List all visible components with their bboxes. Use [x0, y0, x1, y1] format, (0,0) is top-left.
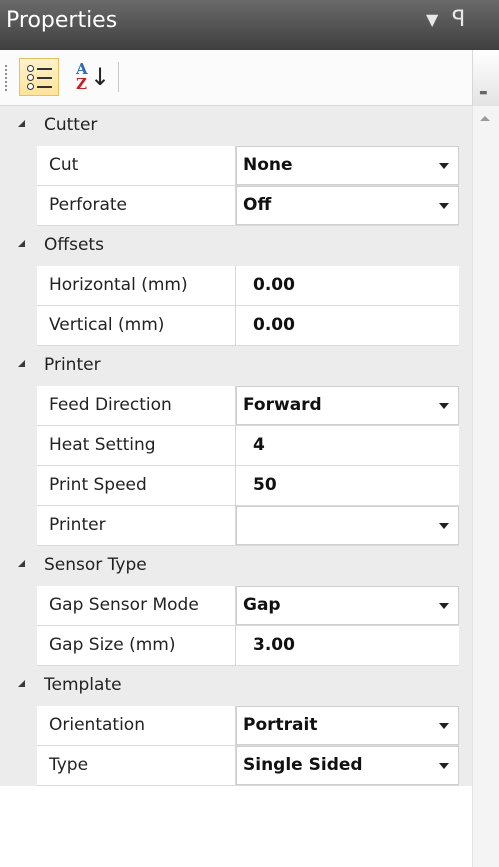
property-row[interactable]: Type Single Sided [0, 746, 472, 786]
dropdown-arrow-icon[interactable] [439, 203, 449, 209]
collapse-triangle-icon[interactable] [18, 680, 25, 687]
property-value-field[interactable]: 0.00 [236, 266, 459, 306]
property-name: Heat Setting [49, 435, 156, 455]
property-name-cell[interactable]: Type [37, 746, 236, 786]
property-row[interactable]: Horizontal (mm) 0.00 [0, 266, 472, 306]
property-value: Forward [243, 395, 322, 415]
property-name-cell[interactable]: Cut [37, 146, 236, 186]
property-name: Gap Size (mm) [49, 635, 176, 655]
property-name: Perforate [49, 195, 128, 215]
property-name: Gap Sensor Mode [49, 595, 199, 615]
property-row[interactable]: Print Speed 50 [0, 466, 472, 506]
property-value-dropdown[interactable]: Single Sided [236, 746, 459, 786]
property-name-cell[interactable]: Print Speed [37, 466, 236, 506]
collapse-triangle-icon[interactable] [18, 560, 25, 567]
scroll-up-arrow-icon[interactable] [480, 116, 490, 121]
property-name-cell[interactable]: Orientation [37, 706, 236, 746]
property-value-dropdown[interactable]: None [236, 146, 459, 186]
property-name-cell[interactable]: Printer [37, 506, 236, 546]
category-offsets[interactable]: Offsets [0, 226, 472, 266]
property-row[interactable]: Gap Size (mm) 3.00 [0, 626, 472, 666]
category-label: Cutter [44, 115, 98, 135]
category-sensor-type[interactable]: Sensor Type [0, 546, 472, 586]
property-value-dropdown[interactable]: Off [236, 186, 459, 226]
panel-title: Properties [6, 8, 118, 33]
panel-title-bar[interactable]: Properties ▼ ꟼ [0, 0, 499, 50]
categorized-view-button[interactable] [19, 58, 59, 96]
property-name-cell[interactable]: Vertical (mm) [37, 306, 236, 346]
category-label: Template [44, 675, 122, 695]
property-name-cell[interactable]: Horizontal (mm) [37, 266, 236, 306]
dropdown-arrow-icon[interactable] [439, 723, 449, 729]
property-value-field[interactable]: 50 [236, 466, 459, 506]
panel-menu-dropdown-icon[interactable]: ▼ [426, 10, 438, 29]
toolbar-overflow-button[interactable]: ▬ [472, 50, 499, 106]
sort-az-icon-z: Z [76, 75, 87, 93]
property-value-field[interactable]: 4 [236, 426, 459, 466]
property-name-cell[interactable]: Gap Sensor Mode [37, 586, 236, 626]
property-row[interactable]: Vertical (mm) 0.00 [0, 306, 472, 346]
property-name: Type [49, 755, 89, 775]
collapse-triangle-icon[interactable] [18, 360, 25, 367]
property-name-cell[interactable]: Feed Direction [37, 386, 236, 426]
property-value: Off [243, 195, 272, 215]
property-name: Feed Direction [49, 395, 172, 415]
category-label: Offsets [44, 235, 104, 255]
dropdown-arrow-icon[interactable] [439, 763, 449, 769]
property-value: 0.00 [253, 315, 295, 335]
category-cutter[interactable]: Cutter [0, 106, 472, 146]
category-label: Printer [44, 355, 101, 375]
property-name: Orientation [49, 715, 145, 735]
dropdown-arrow-icon[interactable] [439, 603, 449, 609]
property-row[interactable]: Cut None [0, 146, 472, 186]
property-name-cell[interactable]: Heat Setting [37, 426, 236, 466]
property-value: Portrait [243, 715, 318, 735]
collapse-triangle-icon[interactable] [18, 240, 25, 247]
property-value-dropdown[interactable]: Forward [236, 386, 459, 426]
sort-down-arrow-icon: ↓ [90, 63, 111, 91]
collapse-triangle-icon[interactable] [18, 120, 25, 127]
alphabetical-sort-button[interactable]: A Z ↓ [68, 60, 114, 94]
property-value: Single Sided [243, 755, 363, 775]
property-value-field[interactable]: 3.00 [236, 626, 459, 666]
property-value: Gap [243, 595, 281, 615]
dropdown-arrow-icon[interactable] [439, 163, 449, 169]
property-row[interactable]: Feed Direction Forward [0, 386, 472, 426]
category-label: Sensor Type [44, 555, 147, 575]
pin-icon[interactable]: ꟼ [452, 7, 465, 32]
dropdown-arrow-icon[interactable] [439, 523, 449, 529]
property-name-cell[interactable]: Perforate [37, 186, 236, 226]
property-name: Printer [49, 515, 106, 535]
property-row[interactable]: Orientation Portrait [0, 706, 472, 746]
vertical-scrollbar[interactable] [472, 106, 499, 867]
property-value-dropdown[interactable]: Portrait [236, 706, 459, 746]
category-printer[interactable]: Printer [0, 346, 472, 386]
property-name-cell[interactable]: Gap Size (mm) [37, 626, 236, 666]
dropdown-arrow-icon[interactable] [439, 403, 449, 409]
toolbar-grip[interactable] [4, 64, 8, 92]
property-name: Horizontal (mm) [49, 275, 188, 295]
property-value: 3.00 [253, 635, 295, 655]
property-row[interactable]: Gap Sensor Mode Gap [0, 586, 472, 626]
property-value-dropdown[interactable] [236, 506, 459, 546]
property-value-dropdown[interactable]: Gap [236, 586, 459, 626]
property-value: 50 [253, 475, 277, 495]
property-grid: Cutter Cut None Perforate Off Offsets Horizont… [0, 106, 472, 786]
property-name: Print Speed [49, 475, 147, 495]
properties-toolbar: A Z ↓ ▬ [0, 50, 499, 106]
category-template[interactable]: Template [0, 666, 472, 706]
overflow-chevron-icon: ▬ [479, 88, 488, 98]
property-row[interactable]: Perforate Off [0, 186, 472, 226]
property-value: 4 [253, 435, 265, 455]
property-value-field[interactable]: 0.00 [236, 306, 459, 346]
toolbar-separator [118, 62, 119, 92]
property-value: 0.00 [253, 275, 295, 295]
property-row[interactable]: Heat Setting 4 [0, 426, 472, 466]
property-name: Cut [49, 155, 79, 175]
property-row[interactable]: Printer [0, 506, 472, 546]
property-name: Vertical (mm) [49, 315, 165, 335]
property-value: None [243, 155, 293, 175]
properties-panel: Properties ▼ ꟼ A Z ↓ ▬ Cutter Cut None Perf… [0, 0, 499, 867]
